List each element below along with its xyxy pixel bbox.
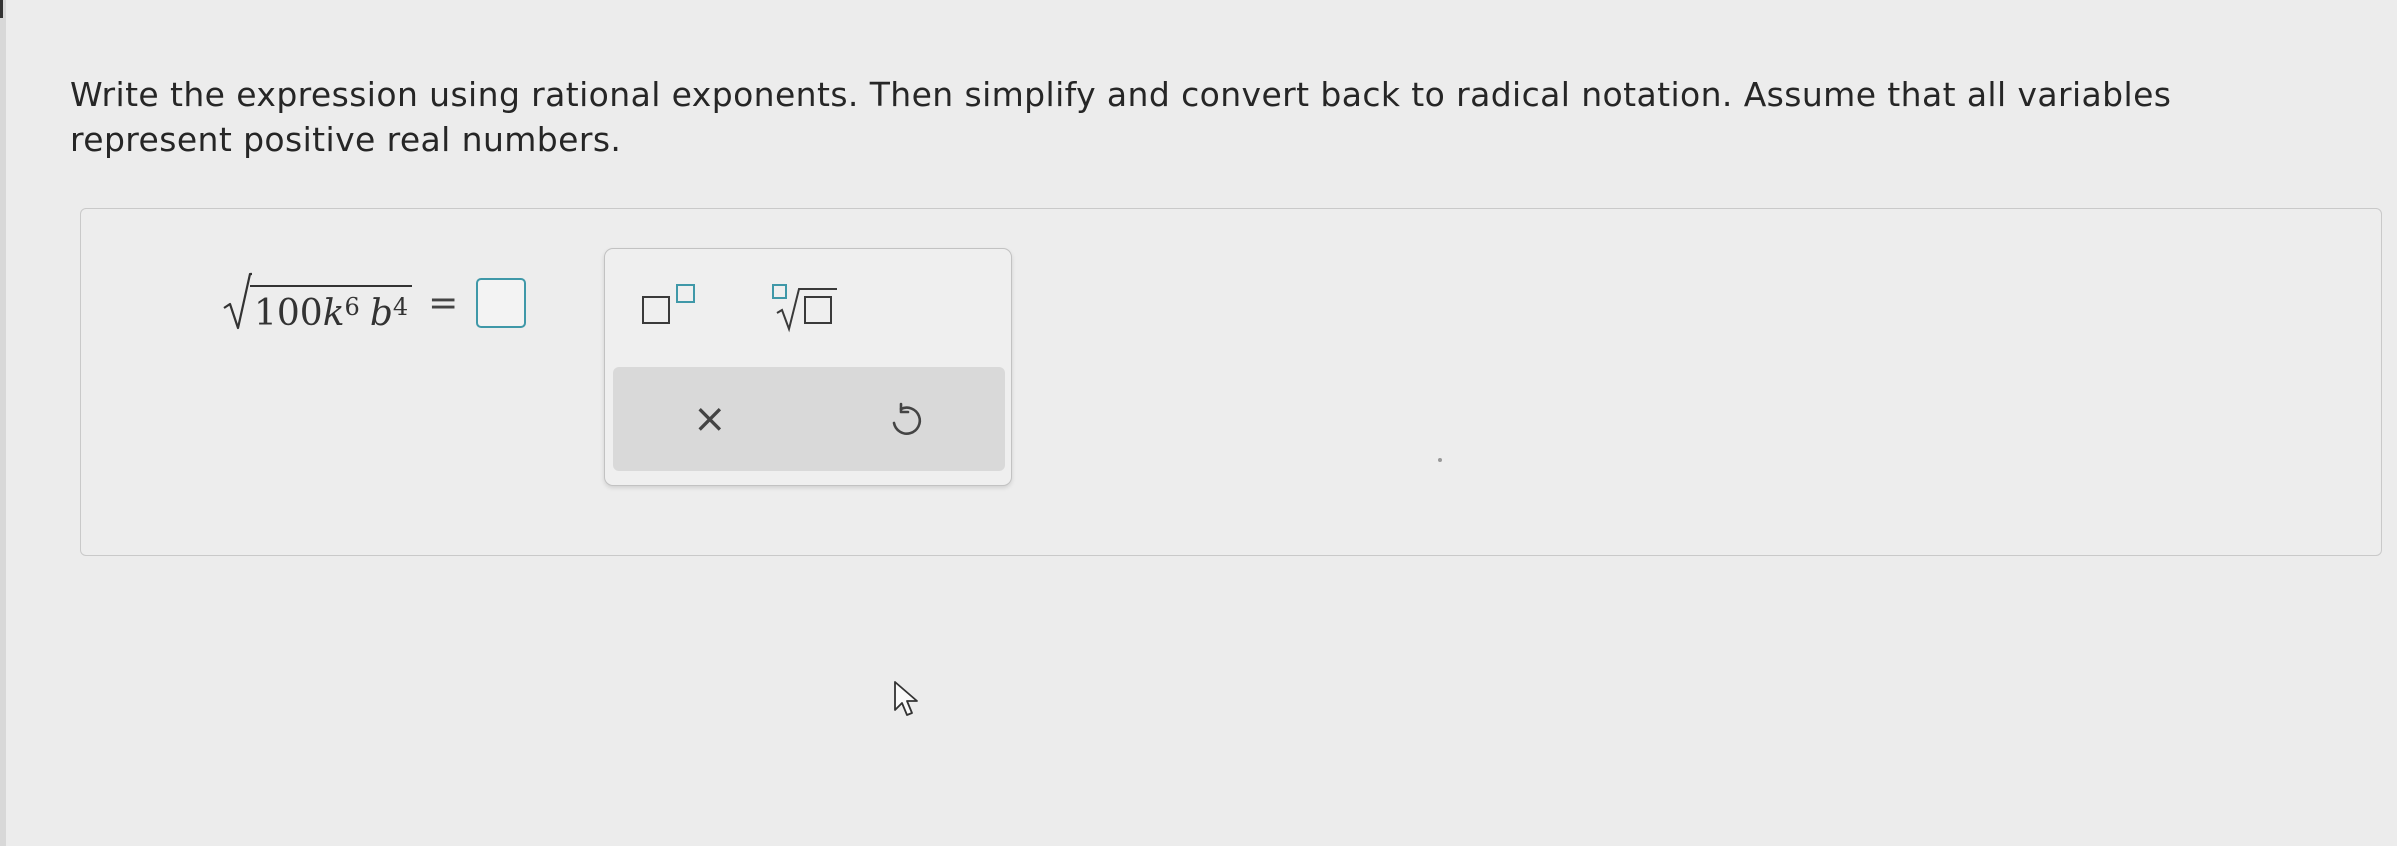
square-root-icon xyxy=(222,272,252,334)
coefficient: 100 xyxy=(254,293,323,334)
variable-k: k xyxy=(322,293,345,334)
nth-root-template-icon xyxy=(771,283,843,333)
radical-expression: 100 k 6 b 4 xyxy=(222,272,413,334)
equals-sign: = xyxy=(428,282,459,324)
scroll-marker xyxy=(0,0,3,18)
variable-b: b xyxy=(369,293,393,334)
math-palette: × xyxy=(604,248,1012,486)
screen-speck xyxy=(1438,458,1442,462)
exponent-button[interactable] xyxy=(641,283,701,327)
mouse-pointer-icon xyxy=(893,680,923,722)
exponent-k: 6 xyxy=(344,293,360,321)
exponent-template-icon xyxy=(641,283,701,327)
clear-button[interactable]: × xyxy=(693,399,727,439)
undo-button[interactable] xyxy=(889,401,923,443)
undo-icon xyxy=(889,402,923,443)
expression-row: 100 k 6 b 4 = xyxy=(222,268,527,338)
palette-action-bar: × xyxy=(613,367,1005,471)
radicand: 100 k 6 b 4 xyxy=(250,285,413,334)
left-edge xyxy=(0,0,6,846)
nth-root-button[interactable] xyxy=(771,283,843,333)
question-text: Write the expression using rational expo… xyxy=(70,75,2172,159)
exponent-b: 4 xyxy=(392,293,409,321)
work-panel xyxy=(80,208,2382,556)
answer-input[interactable] xyxy=(476,278,527,328)
